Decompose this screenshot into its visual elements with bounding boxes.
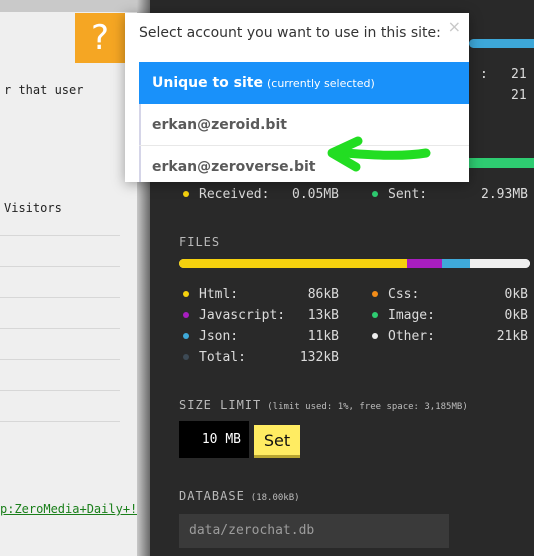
received-label: Received: [199,187,270,202]
background-divider [0,266,120,267]
current-selection-note: (currently selected) [267,77,375,90]
file-stat-value: 86kB [307,287,339,302]
file-stat-label: Html: [199,287,239,302]
green-arrow-annotation-icon [327,136,431,172]
size-limit-title: SIZE LIMIT (limit used: 1%, free space: 3… [179,398,468,412]
file-stat-label: Json: [199,329,239,344]
file-stat-value: 132kB [299,350,339,365]
received-stat: Received: 0.05MB [183,187,339,202]
files-usage-bar [179,259,530,268]
file-stat-image: Image: 0kB [372,308,528,323]
files-bar-segment-json [442,259,471,268]
background-link[interactable]: p:ZeroMedia+Daily+! [0,502,137,516]
file-stat-html: Html: 86kB [183,287,339,302]
file-stat-label: Image: [388,308,435,323]
files-bar-segment-other [470,259,530,268]
file-stat-label: Javascript: [199,308,286,323]
json-dot-icon [183,332,189,339]
file-stat-javascript: Javascript: 13kB [183,308,339,323]
file-stat-value: 0kB [504,287,528,302]
files-title: FILES [179,235,221,249]
other-dot-icon [372,332,378,339]
database-path-field[interactable]: data/zerochat.db [179,514,449,548]
html-dot-icon [183,290,189,297]
file-stat-value: 13kB [307,308,339,323]
peers-bar [469,39,534,48]
sent-stat: Sent: 2.93MB [372,187,528,202]
background-divider [0,359,120,360]
received-value: 0.05MB [292,187,339,202]
arrow-shaft [339,148,431,160]
background-page-header [0,0,150,12]
background-divider [0,328,120,329]
file-stat-label: Css: [388,287,420,302]
file-stat-label: Total: [199,350,246,365]
sent-label: Sent: [388,187,428,202]
file-stat-json: Json: 11kB [183,329,339,344]
css-dot-icon [372,290,378,297]
peers-colon: : [480,67,488,82]
file-stat-value: 11kB [307,329,339,344]
account-option-label: erkan@zeroverse.bit [152,159,316,175]
account-option-label: erkan@zeroid.bit [152,117,287,133]
files-bar-segment-html [179,259,408,268]
database-label: DATABASE [179,489,245,503]
image-dot-icon [372,311,378,318]
total-dot-icon [183,353,189,360]
background-divider [0,390,120,391]
background-text-visitors: Visitors [4,201,62,215]
background-text-line: r that user [4,83,84,97]
file-stat-label: Other: [388,329,435,344]
background-divider [0,297,120,298]
sent-dot-icon [372,190,378,197]
database-size-note: (18.00kB) [250,493,300,503]
set-size-limit-button[interactable]: Set [254,425,300,455]
sent-value: 2.93MB [481,187,528,202]
dialog-title: Select account you want to use in this s… [139,25,441,41]
file-stat-total: Total: 132kB [183,350,339,365]
peers-value: 21 [511,67,527,82]
file-stat-other: Other: 21kB [372,329,528,344]
database-title: DATABASE (18.00kB) [179,489,300,503]
received-dot-icon [183,190,189,197]
close-icon[interactable]: × [448,17,461,36]
javascript-dot-icon [183,311,189,318]
transfer-bar [460,158,534,168]
background-divider [0,235,120,236]
file-stat-value: 21kB [496,329,528,344]
file-stat-value: 0kB [504,308,528,323]
files-bar-segment-javascript [407,259,443,268]
question-mark-icon: ? [75,13,125,63]
background-divider [0,421,120,422]
peers-value-secondary: 21 [511,88,527,103]
file-stat-css: Css: 0kB [372,287,528,302]
size-limit-note: (limit used: 1%, free space: 3,185MB) [267,402,468,412]
size-limit-label: SIZE LIMIT [179,398,262,412]
size-limit-input[interactable] [179,421,249,458]
account-option-label: Unique to site [152,75,263,91]
account-option-unique[interactable]: Unique to site (currently selected) [139,62,469,104]
